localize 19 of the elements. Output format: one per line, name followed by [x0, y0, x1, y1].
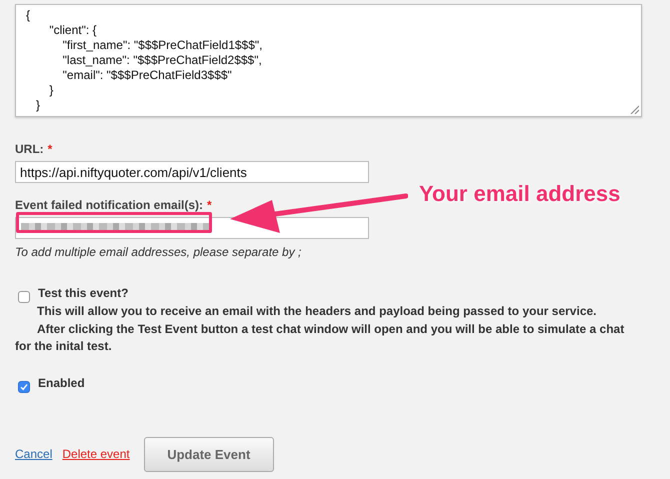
description-text: This will allow you to receive an email with the headers and payload being passed to your service.	[36, 303, 598, 320]
update-event-button[interactable]: Update Event	[144, 436, 274, 472]
payload-textarea[interactable]: { "client": { "first_name": "$$$PreChatField1$$$", "last_name": "$$$PreChatField2$$$", "email": "$$$PreChatField3$$$" } }	[15, 4, 642, 117]
field-label: URL:	[15, 142, 44, 156]
json-text: { "client": { "first_name": "$$$PreChatField1$$$", "last_name": "$$$PreChatField2$$$", "email": "$$$PreChatField3$$$" } }	[26, 8, 264, 113]
required-mark: *	[207, 198, 212, 212]
resize-grip-icon[interactable]	[630, 105, 639, 114]
hint-text: To add multiple email addresses, please separate by ;	[15, 245, 302, 259]
field-label: Event failed notification email(s):	[15, 198, 204, 212]
delete-link[interactable]: Delete event	[62, 447, 130, 461]
checkbox[interactable]	[18, 291, 30, 303]
annotation-text: Your email address	[419, 181, 620, 207]
checkbox-label: Enabled	[38, 376, 85, 390]
description-text: After clicking the Test Event button a test chat window will open and you will be able to simulate a chat for the inital test.	[15, 320, 626, 355]
cancel-link[interactable]: Cancel	[15, 447, 52, 461]
checkbox[interactable]	[18, 380, 30, 392]
checkbox-label: Test this event?	[38, 286, 128, 300]
required-mark: *	[48, 142, 52, 156]
url-input[interactable]: https://api.niftyquoter.com/api/v1/clients	[15, 161, 369, 183]
